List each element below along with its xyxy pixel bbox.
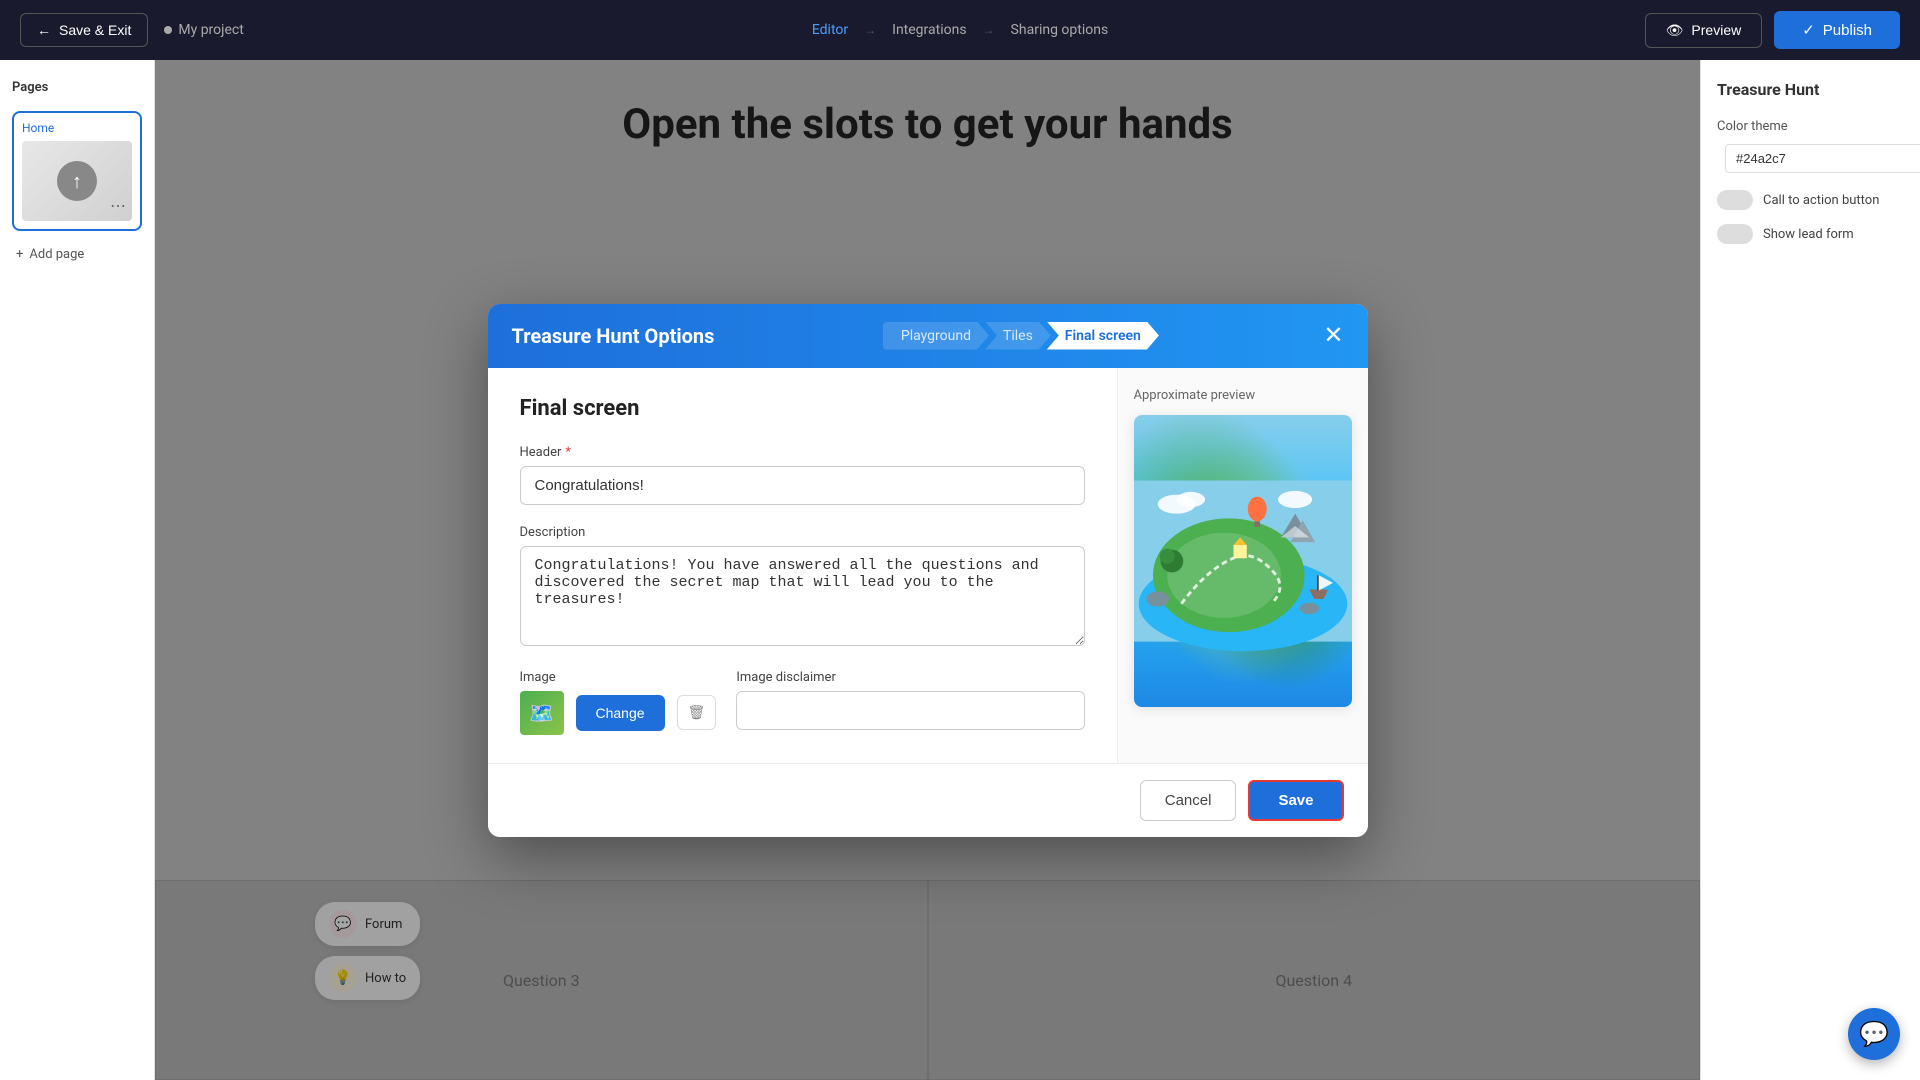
eye-icon: 👁 [1666, 22, 1684, 39]
panel-title: Treasure Hunt [1717, 80, 1904, 99]
step-final-screen[interactable]: Final screen [1047, 322, 1159, 350]
modal-overlay: Treasure Hunt Options Playground Tiles F… [155, 60, 1700, 1080]
publish-label: Publish [1823, 22, 1872, 39]
project-name: My project [164, 22, 243, 38]
nav-step-editor[interactable]: Editor [812, 22, 848, 38]
step-playground[interactable]: Playground [883, 322, 989, 350]
navbar-right: 👁 Preview ✓ Publish [1645, 11, 1900, 49]
description-textarea[interactable]: Congratulations! You have answered all t… [520, 546, 1085, 646]
content-area: Open the slots to get your hands Questio… [155, 60, 1700, 1080]
preview-label: Preview [1691, 22, 1741, 38]
modal-title: Treasure Hunt Options [512, 324, 715, 348]
navbar-center: Editor → Integrations → Sharing options [812, 22, 1108, 38]
nav-arrow-1: → [864, 23, 876, 37]
preview-map-image [1134, 415, 1352, 707]
save-exit-button[interactable]: ← Save & Exit [20, 13, 148, 47]
lead-form-label: Show lead form [1763, 227, 1854, 242]
navbar: ← Save & Exit My project Editor → Integr… [0, 0, 1920, 60]
sidebar: Pages Home ↑ ⋯ + Add page [0, 60, 155, 1080]
modal-dialog: Treasure Hunt Options Playground Tiles F… [488, 304, 1368, 837]
main-layout: Pages Home ↑ ⋯ + Add page Open the slots… [0, 60, 1920, 1080]
cta-label: Call to action button [1763, 193, 1879, 208]
modal-preview: Approximate preview [1118, 368, 1368, 763]
color-theme-label: Color theme [1717, 119, 1904, 134]
project-name-label: My project [178, 22, 243, 38]
image-field-label: Image [520, 670, 717, 685]
modal-body: Final screen Header * Description Congra… [488, 368, 1368, 763]
image-section: Image 🗺️ Change 🗑 [520, 670, 717, 735]
image-fields-row: Image 🗺️ Change 🗑 Image disc [520, 670, 1085, 735]
cancel-button[interactable]: Cancel [1140, 780, 1237, 821]
image-disclaimer-section: Image disclaimer [736, 670, 1084, 730]
color-theme-row [1717, 142, 1904, 174]
color-input[interactable] [1725, 144, 1920, 173]
form-section-title: Final screen [520, 396, 1085, 421]
image-thumbnail: 🗺️ [520, 691, 564, 735]
required-star: * [565, 445, 571, 460]
save-button[interactable]: Save [1248, 780, 1343, 821]
thumb-arrow-icon: ↑ [57, 161, 97, 201]
cta-toggle-row: Call to action button [1717, 190, 1904, 210]
add-page-label: Add page [29, 247, 84, 262]
sidebar-title: Pages [12, 80, 142, 95]
change-image-button[interactable]: Change [576, 695, 665, 731]
navbar-left: ← Save & Exit My project [20, 13, 244, 47]
chat-bubble-button[interactable]: 💬 [1848, 1008, 1900, 1060]
description-field-label: Description [520, 525, 1085, 540]
nav-step-sharing[interactable]: Sharing options [1011, 22, 1109, 38]
step-tiles[interactable]: Tiles [985, 322, 1051, 350]
modal-footer: Cancel Save [488, 763, 1368, 837]
lead-form-toggle[interactable] [1717, 224, 1753, 244]
image-disclaimer-label: Image disclaimer [736, 670, 1084, 685]
nav-arrow-2: → [983, 23, 995, 37]
modal-steps: Playground Tiles Final screen [883, 322, 1155, 350]
publish-button[interactable]: ✓ Publish [1774, 11, 1900, 49]
header-input[interactable] [520, 466, 1085, 505]
header-field-label: Header * [520, 445, 1085, 460]
delete-image-button[interactable]: 🗑 [677, 695, 717, 730]
nav-step-integrations[interactable]: Integrations [892, 22, 966, 38]
check-icon: ✓ [1802, 21, 1815, 39]
save-exit-label: Save & Exit [59, 22, 131, 38]
lead-form-toggle-row: Show lead form [1717, 224, 1904, 244]
page-thumbnail-home[interactable]: Home ↑ ⋯ [12, 111, 142, 231]
modal-close-button[interactable]: ✕ [1323, 324, 1343, 348]
image-disclaimer-input[interactable] [736, 691, 1084, 730]
thumb-dots-icon[interactable]: ⋯ [110, 196, 126, 215]
image-row: 🗺️ Change 🗑 [520, 691, 717, 735]
plus-icon: + [16, 247, 23, 262]
modal-header: Treasure Hunt Options Playground Tiles F… [488, 304, 1368, 368]
arrow-left-icon: ← [37, 22, 51, 38]
add-page-button[interactable]: + Add page [12, 239, 142, 270]
treasure-map-svg [1134, 415, 1352, 707]
preview-card: Congratulations! Congratulations! You ha… [1134, 415, 1352, 707]
page-label-home: Home [22, 121, 132, 135]
modal-form: Final screen Header * Description Congra… [488, 368, 1118, 763]
preview-button[interactable]: 👁 Preview [1645, 13, 1763, 48]
cta-toggle[interactable] [1717, 190, 1753, 210]
dot-icon [164, 26, 172, 34]
right-panel: Treasure Hunt Color theme Call to action… [1700, 60, 1920, 1080]
preview-label: Approximate preview [1134, 388, 1256, 403]
page-thumb-image: ↑ ⋯ [22, 141, 132, 221]
